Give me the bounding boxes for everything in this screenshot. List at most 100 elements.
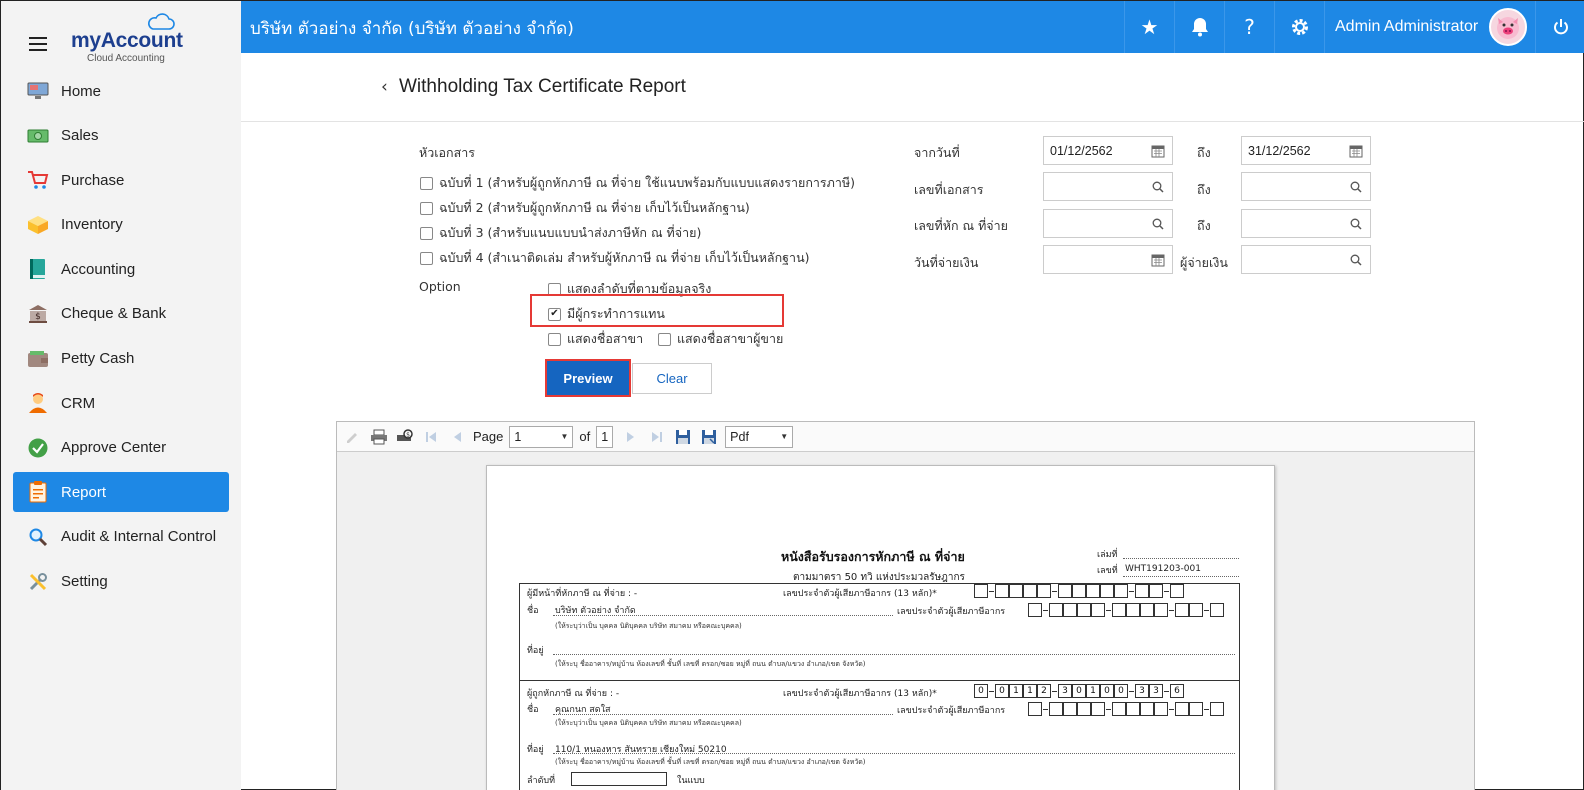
pay-date-input[interactable]: [1044, 246, 1144, 273]
has-agent-checkbox[interactable]: [548, 307, 561, 321]
tax-digit: 3: [1149, 684, 1163, 698]
chevron-down-icon: ▼: [560, 432, 569, 441]
search-icon[interactable]: [1348, 216, 1364, 232]
sidebar-nav: Home Sales Purchase Inventory Accounting…: [13, 71, 229, 606]
wht-no-from-field[interactable]: [1043, 209, 1173, 238]
doc-no-to-input[interactable]: [1242, 173, 1342, 200]
payer-tax-id-2-boxes: [1028, 603, 1224, 617]
payer-input[interactable]: [1242, 246, 1342, 273]
print-preview-icon[interactable]: $: [395, 427, 415, 447]
sidebar-item-label: Petty Cash: [61, 350, 135, 368]
sidebar-item-audit[interactable]: Audit & Internal Control: [13, 517, 229, 557]
avatar[interactable]: [1489, 8, 1527, 46]
wht-no-to-input[interactable]: [1242, 210, 1342, 237]
tax-digit: 1: [1023, 684, 1037, 698]
clear-button[interactable]: Clear: [632, 363, 712, 394]
to-date-field[interactable]: [1241, 136, 1371, 165]
settings-button[interactable]: [1274, 1, 1324, 53]
show-branch-checkbox[interactable]: [548, 332, 561, 346]
sidebar-item-crm[interactable]: CRM: [13, 383, 229, 423]
sidebar-item-purchase[interactable]: Purchase: [13, 160, 229, 200]
next-page-icon[interactable]: [621, 427, 641, 447]
payer-name-hint: (ให้ระบุว่าเป็น บุคคล นิติบุคคล บริษัท ส…: [555, 622, 742, 630]
top-actions: ★ ? Admin Administrator: [1124, 1, 1584, 53]
check-circle-icon: [27, 437, 49, 459]
payer-field[interactable]: [1241, 245, 1371, 274]
top-bar: บริษัท ตัวอย่าง จำกัด (บริษัท ตัวอย่าง จ…: [241, 1, 1584, 53]
show-vendor-branch-label: แสดงชื่อสาขาผู้ขาย: [677, 331, 784, 346]
tax-digit: 2: [1037, 684, 1051, 698]
favorites-button[interactable]: ★: [1124, 1, 1174, 53]
has-agent-label: มีผู้กระทำการแทน: [567, 306, 665, 321]
help-button[interactable]: ?: [1224, 1, 1274, 53]
option-label: Option: [419, 279, 461, 294]
copy-3-checkbox[interactable]: [420, 226, 433, 240]
doc-no-from-input[interactable]: [1044, 173, 1144, 200]
copy-2-checkbox-row[interactable]: ฉบับที่ 2 (สำหรับผู้ถูกหักภาษี ณ ที่จ่าย…: [420, 198, 750, 218]
edit-icon[interactable]: [343, 427, 363, 447]
sidebar-item-cheque-bank[interactable]: $ Cheque & Bank: [13, 294, 229, 334]
sidebar-item-label: Setting: [61, 573, 108, 591]
company-name[interactable]: บริษัท ตัวอย่าง จำกัด (บริษัท ตัวอย่าง จ…: [250, 15, 574, 42]
first-page-icon[interactable]: [421, 427, 441, 447]
search-icon[interactable]: [1348, 252, 1364, 268]
wallet-icon: [27, 348, 49, 370]
from-date-field[interactable]: [1043, 136, 1173, 165]
copy-1-checkbox-row[interactable]: ฉบับที่ 1 (สำหรับผู้ถูกหักภาษี ณ ที่จ่าย…: [420, 173, 855, 193]
save-icon[interactable]: [673, 427, 693, 447]
hamburger-menu-icon[interactable]: [29, 37, 47, 51]
calendar-icon[interactable]: [1150, 143, 1166, 159]
logout-button[interactable]: [1535, 1, 1584, 53]
sidebar-item-petty-cash[interactable]: Petty Cash: [13, 339, 229, 379]
copy-2-checkbox[interactable]: [420, 201, 433, 215]
copy-4-checkbox[interactable]: [420, 251, 433, 265]
app-logo[interactable]: myAccount Cloud Accounting: [69, 13, 189, 65]
from-date-input[interactable]: [1044, 137, 1144, 164]
sidebar-item-accounting[interactable]: Accounting: [13, 249, 229, 289]
calendar-icon[interactable]: [1348, 143, 1364, 159]
payer-tax-id-13-label: เลขประจำตัวผู้เสียภาษีอากร (13 หลัก)*: [783, 589, 937, 599]
copy-3-checkbox-row[interactable]: ฉบับที่ 3 (สำหรับแนบแบบนำส่งภาษีหัก ณ ที…: [420, 223, 701, 243]
tax-digit: 1: [1086, 684, 1100, 698]
show-vendor-branch-option[interactable]: แสดงชื่อสาขาผู้ขาย: [658, 329, 783, 349]
sidebar-item-setting[interactable]: Setting: [13, 562, 229, 602]
preview-button[interactable]: Preview: [547, 361, 629, 395]
sidebar-item-home[interactable]: Home: [13, 71, 229, 111]
to-date-input[interactable]: [1242, 137, 1342, 164]
show-vendor-branch-checkbox[interactable]: [658, 332, 671, 346]
copy-4-checkbox-row[interactable]: ฉบับที่ 4 (สำเนาติดเล่ม สำหรับผู้หักภาษี…: [420, 248, 810, 268]
copy-1-label: ฉบับที่ 1 (สำหรับผู้ถูกหักภาษี ณ ที่จ่าย…: [439, 175, 856, 190]
sidebar-item-report[interactable]: Report: [13, 472, 229, 513]
cart-icon: [27, 169, 49, 191]
search-icon[interactable]: [1150, 216, 1166, 232]
has-agent-option[interactable]: มีผู้กระทำการแทน: [548, 304, 665, 324]
calendar-icon[interactable]: [1150, 252, 1166, 268]
tax-digit: 3: [1058, 684, 1072, 698]
tax-digit: 0: [1114, 684, 1128, 698]
notifications-button[interactable]: [1174, 1, 1224, 53]
doc-no-from-field[interactable]: [1043, 172, 1173, 201]
print-icon[interactable]: [369, 427, 389, 447]
sidebar-item-sales[interactable]: Sales: [13, 116, 229, 156]
search-icon[interactable]: [1150, 179, 1166, 195]
payer-tax-id-label: เลขประจำตัวผู้เสียภาษีอากร: [897, 607, 1006, 617]
pay-date-field[interactable]: [1043, 245, 1173, 274]
save-as-icon[interactable]: [699, 427, 719, 447]
page-select[interactable]: 1 ▼: [509, 425, 574, 448]
search-icon[interactable]: [1348, 179, 1364, 195]
doc-no-to-field[interactable]: [1241, 172, 1371, 201]
copy-1-checkbox[interactable]: [420, 176, 433, 190]
payer-address-line: [553, 654, 1235, 655]
user-menu[interactable]: Admin Administrator: [1324, 1, 1535, 53]
export-format-select[interactable]: Pdf ▼: [725, 425, 794, 448]
show-branch-option[interactable]: แสดงชื่อสาขา: [548, 329, 643, 349]
sidebar-item-approve-center[interactable]: Approve Center: [13, 428, 229, 468]
back-arrow-icon[interactable]: ‹: [381, 77, 388, 97]
last-page-icon[interactable]: [647, 427, 667, 447]
prev-page-icon[interactable]: [447, 427, 467, 447]
wht-no-to-field[interactable]: [1241, 209, 1371, 238]
wht-no-label: เลขที่หัก ณ ที่จ่าย: [914, 218, 1008, 233]
wht-no-from-input[interactable]: [1044, 210, 1144, 237]
sidebar-item-inventory[interactable]: Inventory: [13, 205, 229, 245]
chevron-down-icon: ▼: [780, 432, 789, 441]
